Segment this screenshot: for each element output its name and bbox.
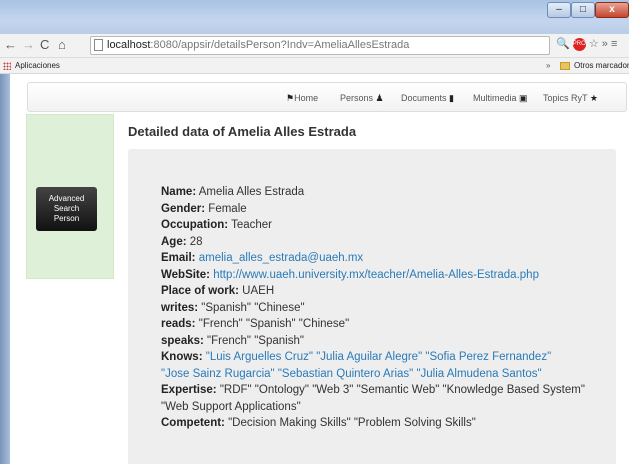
nav-topics[interactable]: Topics RyT ★ xyxy=(543,93,598,104)
toolbar-actions: 🔍 PRO ☆ » ≡ xyxy=(556,37,617,51)
advanced-search-line-2: Search xyxy=(53,204,80,213)
browser-toolbar: ← → C ⌂ localhost:8080/appsir/detailsPer… xyxy=(0,34,629,58)
competent-label: Competent: xyxy=(161,417,225,429)
menu-icon[interactable]: ≡ xyxy=(611,38,617,50)
bookmark-star-icon[interactable]: ☆ xyxy=(589,38,599,50)
advanced-search-person-button[interactable]: Advanced Search Person xyxy=(36,187,97,231)
knows-link[interactable]: "Julia Almudena Santos" xyxy=(416,368,541,380)
bookmark-other[interactable]: Otros marcadores xyxy=(574,58,629,74)
left-border xyxy=(0,74,10,464)
expertise-value: "RDF" "Ontology" "Web 3" "Semantic Web" … xyxy=(161,384,585,413)
extension-icon[interactable]: PRO xyxy=(572,37,586,51)
top-navbar: ⚑Home Persons ♟ Documents ▮ Multimedia ▣… xyxy=(27,82,627,112)
overflow-icon[interactable]: » xyxy=(602,38,608,50)
back-arrow-icon[interactable]: ← xyxy=(4,37,17,53)
expertise-label: Expertise: xyxy=(161,384,217,396)
speaks-label: speaks: xyxy=(161,334,204,347)
nav-home[interactable]: ⚑Home xyxy=(286,93,318,104)
knows-label: Knows: xyxy=(161,351,203,363)
knows-link[interactable]: "Luis Arguelles Cruz" xyxy=(206,351,313,363)
maximize-button[interactable]: □ xyxy=(571,2,595,18)
email-label: Email: xyxy=(161,252,196,264)
star-icon: ★ xyxy=(589,93,598,103)
work-value: UAEH xyxy=(242,285,275,297)
website-link[interactable]: http://www.uaeh.university.mx/teacher/Am… xyxy=(213,269,539,281)
person-fields: Name: Amelia Alles Estrada Gender: Femal… xyxy=(161,184,601,432)
apps-grid-icon[interactable] xyxy=(3,62,11,70)
work-label: Place of work: xyxy=(161,285,239,297)
url-path: :8080/appsir/detailsPerson?Indv=AmeliaAl… xyxy=(150,39,410,51)
sidebar: Advanced Search Person xyxy=(26,114,114,279)
writes-value: "Spanish" "Chinese" xyxy=(201,301,305,314)
writes-label: writes: xyxy=(161,301,199,314)
website-label: WebSite: xyxy=(161,268,210,281)
age-value: 28 xyxy=(189,235,203,248)
gender-value: Female xyxy=(208,202,247,215)
occupation-label: Occupation: xyxy=(161,219,229,231)
age-label: Age: xyxy=(161,235,187,248)
bookmarks-overflow-icon[interactable]: » xyxy=(546,58,550,74)
gender-label: Gender: xyxy=(161,202,206,215)
email-link[interactable]: amelia_alles_estrada@uaeh.mx xyxy=(199,252,363,264)
advanced-search-line-3: Person xyxy=(53,214,80,223)
bookmark-apps[interactable]: Aplicaciones xyxy=(15,58,60,74)
reads-value: "French" "Spanish" "Chinese" xyxy=(198,318,350,330)
name-value: Amelia Alles Estrada xyxy=(198,186,305,198)
reads-label: reads: xyxy=(161,318,196,330)
knows-link[interactable]: "Sebastian Quintero Arias" xyxy=(278,368,413,380)
detail-panel: Name: Amelia Alles Estrada Gender: Femal… xyxy=(128,149,616,464)
nav-documents[interactable]: Documents ▮ xyxy=(401,93,454,104)
speaks-value: "French" "Spanish" xyxy=(207,334,304,347)
close-button[interactable]: x xyxy=(595,2,629,18)
page-icon xyxy=(94,39,103,51)
forward-arrow-icon[interactable]: → xyxy=(22,37,35,53)
knows-link[interactable]: "Julia Aguilar Alegre" xyxy=(316,351,422,363)
knows-link[interactable]: "Sofia Perez Fernandez" xyxy=(425,351,551,363)
user-icon: ♟ xyxy=(375,93,384,103)
file-icon: ▮ xyxy=(449,93,454,103)
title-bar: ‒ □ x xyxy=(0,0,629,34)
name-label: Name: xyxy=(161,186,197,198)
nav-topics-label: Topics RyT xyxy=(543,93,588,103)
nav-multimedia[interactable]: Multimedia ▣ xyxy=(473,93,528,104)
advanced-search-line-1: Advanced xyxy=(48,194,85,203)
browser-window: ‒ □ x ← → C ⌂ localhost:8080/appsir/deta… xyxy=(0,0,629,464)
address-bar[interactable]: localhost:8080/appsir/detailsPerson?Indv… xyxy=(90,36,550,55)
bookmarks-bar: Aplicaciones » Otros marcadores xyxy=(0,58,629,74)
url-host: localhost xyxy=(107,39,151,51)
competent-value: "Decision Making Skills" "Problem Solvin… xyxy=(228,417,476,429)
search-icon[interactable]: 🔍 xyxy=(556,38,570,50)
nav-documents-label: Documents xyxy=(401,93,447,103)
nav-persons-label: Persons xyxy=(340,93,374,103)
film-icon: ▣ xyxy=(519,93,528,103)
home-icon[interactable]: ⌂ xyxy=(58,37,66,53)
page-content: ⚑Home Persons ♟ Documents ▮ Multimedia ▣… xyxy=(10,74,629,464)
home-icon: ⚑ xyxy=(286,93,295,103)
page-title: Detailed data of Amelia Alles Estrada xyxy=(128,124,357,139)
nav-multimedia-label: Multimedia xyxy=(473,93,517,103)
reload-icon[interactable]: C xyxy=(40,37,49,53)
minimize-button[interactable]: ‒ xyxy=(547,2,571,18)
nav-persons[interactable]: Persons ♟ xyxy=(340,93,384,104)
knows-link[interactable]: "Jose Sainz Rugarcia" xyxy=(161,368,275,380)
occupation-value: Teacher xyxy=(231,219,273,231)
folder-icon xyxy=(560,62,570,70)
nav-home-label: Home xyxy=(294,93,319,103)
